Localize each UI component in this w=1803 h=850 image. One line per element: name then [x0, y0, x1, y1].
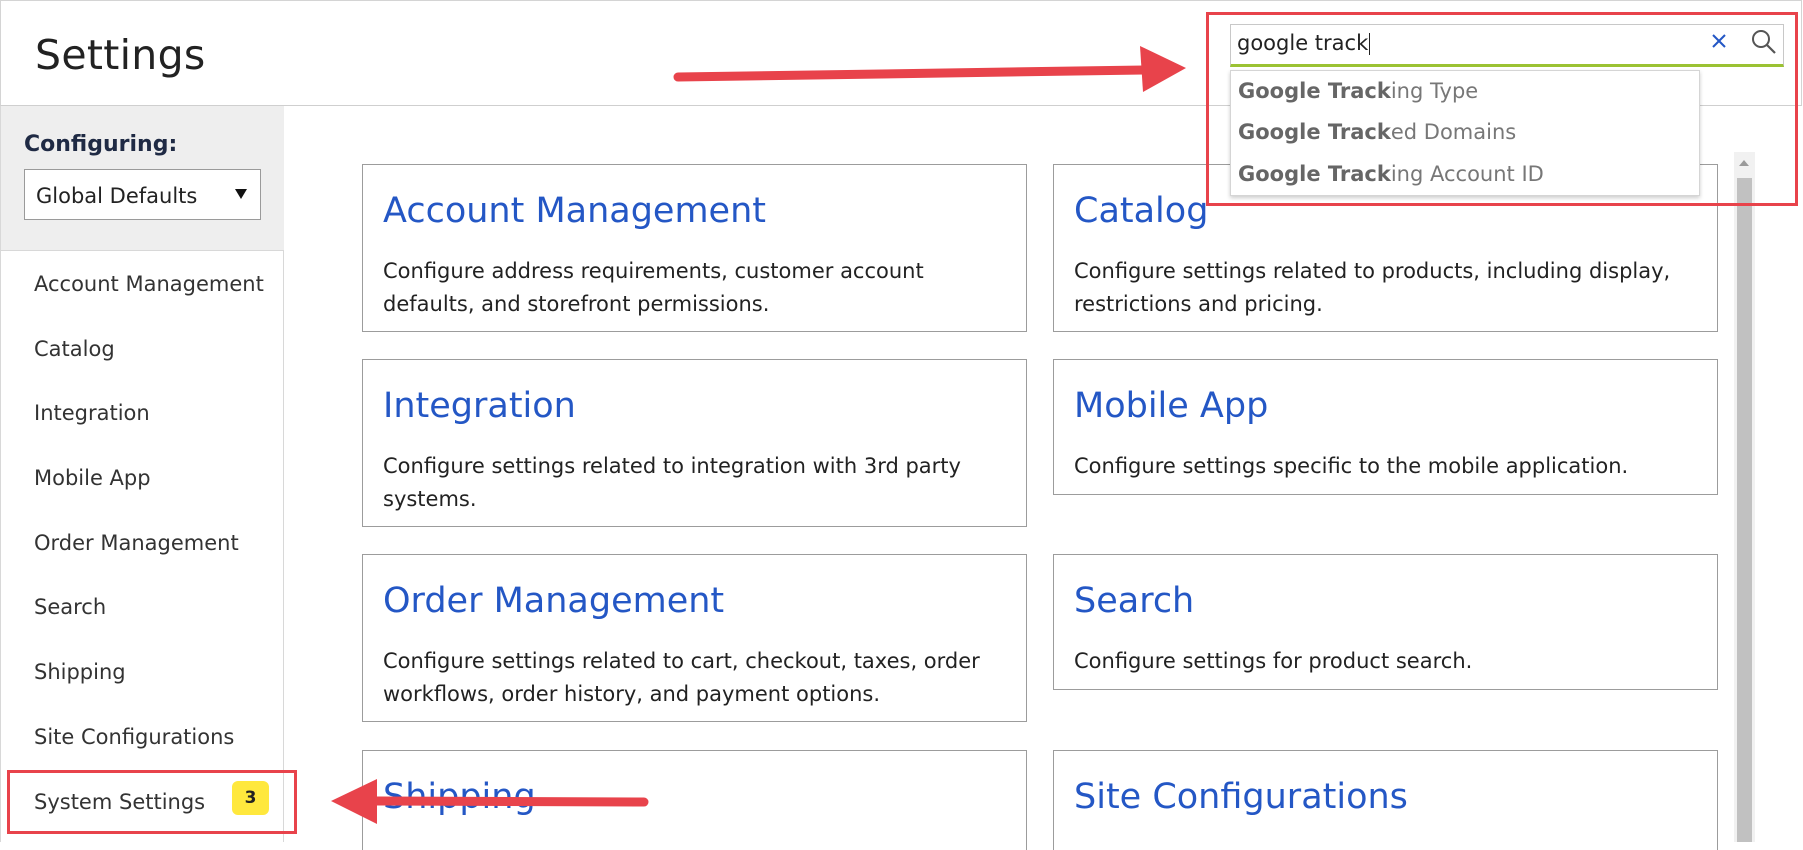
arrow-to-system-settings-icon	[331, 779, 649, 824]
arrow-to-search-icon	[673, 46, 1186, 92]
annotation-arrows	[331, 46, 1186, 824]
